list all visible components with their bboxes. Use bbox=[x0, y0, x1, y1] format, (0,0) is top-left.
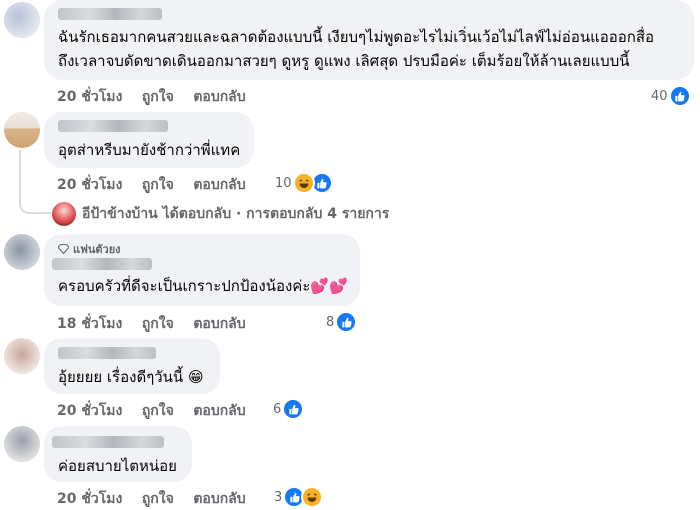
like-button[interactable]: ถูกใจ bbox=[142, 89, 174, 105]
reaction-count: 6 bbox=[273, 401, 282, 417]
author-name[interactable] bbox=[58, 8, 162, 20]
comment-text-line: ฉันรักเธอมากคนสวยและฉลาดต้องแบบนี้ เงียบ… bbox=[58, 28, 655, 46]
timestamp[interactable]: 20 ชั่วโมง bbox=[57, 403, 122, 419]
view-replies-link[interactable]: อีป้าข้างบ้าน ได้ตอบกลับ · การตอบกลับ 4 … bbox=[52, 202, 389, 226]
avatar[interactable] bbox=[4, 338, 40, 374]
avatar[interactable] bbox=[4, 112, 40, 148]
reaction-summary[interactable]: 10 bbox=[275, 172, 333, 194]
haha-icon bbox=[301, 486, 324, 508]
reply-button[interactable]: ตอบกลับ bbox=[193, 89, 245, 105]
reaction-count: 40 bbox=[651, 88, 668, 104]
reply-summary-text: อีป้าข้างบ้าน ได้ตอบกลับ · การตอบกลับ 4 … bbox=[82, 206, 390, 222]
timestamp[interactable]: 20 ชั่วโมง bbox=[57, 491, 122, 507]
comment-bubble: อุตส่าหรีบมายังช้ากว่าพี่แทค bbox=[44, 112, 254, 168]
comment-bubble: อุ้ยยยย เรื่องดีๆวันนี้ 😁 bbox=[44, 338, 220, 394]
comment-text: ค่อยสบายไตหน่อย bbox=[58, 457, 177, 475]
reply-button[interactable]: ตอบกลับ bbox=[193, 491, 245, 507]
comment-text-line: ถึงเวลาจบดัดขาดเดินออกมาสวยๆ ดูหรู ดูแพง… bbox=[58, 52, 630, 70]
timestamp[interactable]: 18 ชั่วโมง bbox=[57, 316, 122, 332]
avatar[interactable] bbox=[4, 234, 40, 270]
reaction-summary[interactable]: 3 bbox=[274, 486, 324, 508]
comment-actions: 20 ชั่วโมง ถูกใจ ตอบกลับ bbox=[57, 86, 246, 108]
comment-text: อุ้ยยยย เรื่องดีๆวันนี้ 😁 bbox=[58, 368, 204, 386]
reaction-summary[interactable]: 8 bbox=[326, 311, 358, 333]
reaction-summary[interactable]: 40 bbox=[651, 85, 691, 107]
diamond-icon bbox=[58, 244, 69, 254]
like-icon bbox=[668, 85, 691, 107]
reply-button[interactable]: ตอบกลับ bbox=[193, 177, 245, 193]
haha-icon bbox=[292, 172, 315, 194]
comment-bubble: ฉันรักเธอมากคนสวยและฉลาดต้องแบบนี้ เงียบ… bbox=[44, 0, 694, 80]
reaction-count: 8 bbox=[326, 314, 335, 330]
reaction-count: 10 bbox=[275, 175, 292, 191]
avatar[interactable] bbox=[4, 426, 40, 462]
comment-actions: 20 ชั่วโมง ถูกใจ ตอบกลับ bbox=[57, 174, 246, 196]
replier-avatar bbox=[52, 202, 76, 226]
reply-button[interactable]: ตอบกลับ bbox=[193, 316, 245, 332]
top-fan-badge: แฟนตัวยง bbox=[58, 240, 121, 258]
like-button[interactable]: ถูกใจ bbox=[142, 316, 174, 332]
badge-label: แฟนตัวยง bbox=[73, 243, 121, 256]
comment-actions: 20 ชั่วโมง ถูกใจ ตอบกลับ bbox=[57, 488, 246, 510]
reply-button[interactable]: ตอบกลับ bbox=[193, 403, 245, 419]
comment-actions: 20 ชั่วโมง ถูกใจ ตอบกลับ bbox=[57, 400, 246, 422]
like-button[interactable]: ถูกใจ bbox=[142, 177, 174, 193]
author-name[interactable] bbox=[58, 347, 156, 359]
comment-actions: 18 ชั่วโมง ถูกใจ ตอบกลับ bbox=[57, 313, 246, 335]
like-icon bbox=[282, 398, 305, 420]
reaction-summary[interactable]: 6 bbox=[273, 398, 305, 420]
author-name[interactable] bbox=[58, 120, 168, 132]
avatar[interactable] bbox=[4, 2, 40, 38]
timestamp[interactable]: 20 ชั่วโมง bbox=[57, 89, 122, 105]
like-button[interactable]: ถูกใจ bbox=[142, 491, 174, 507]
comment-bubble: แฟนตัวยง ครอบครัวที่ดีจะเป็นเกราะปกป้องน… bbox=[44, 234, 360, 306]
like-icon bbox=[335, 311, 358, 333]
reaction-count: 3 bbox=[274, 489, 283, 505]
author-name[interactable] bbox=[52, 436, 164, 448]
timestamp[interactable]: 20 ชั่วโมง bbox=[57, 177, 122, 193]
like-button[interactable]: ถูกใจ bbox=[142, 403, 174, 419]
comment-bubble: ค่อยสบายไตหน่อย bbox=[44, 426, 192, 482]
comment-text: ครอบครัวที่ดีจะเป็นเกราะปกป้องน้องค่ะ💕💕 bbox=[58, 277, 348, 295]
comment-text: อุตส่าหรีบมายังช้ากว่าพี่แทค bbox=[58, 141, 241, 159]
author-name[interactable] bbox=[52, 258, 152, 270]
